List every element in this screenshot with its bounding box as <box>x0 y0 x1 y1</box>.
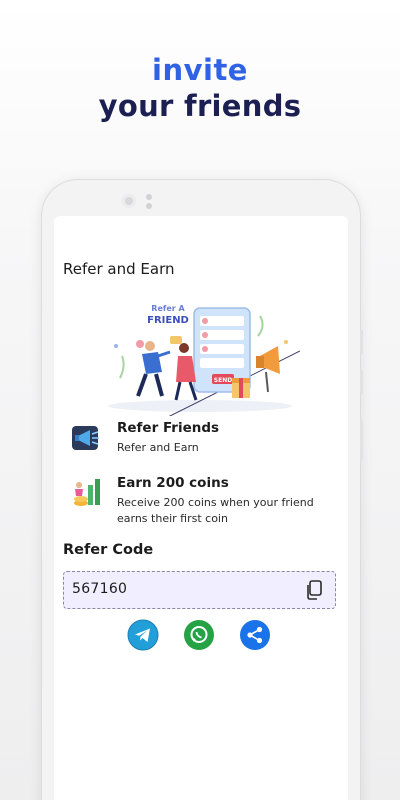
list-item: Refer Friends Refer and Earn <box>70 420 340 460</box>
item-description: Receive 200 coins when your friend earns… <box>117 496 314 525</box>
share-button[interactable] <box>239 619 271 651</box>
sensor-dot <box>146 194 152 200</box>
camera-icon <box>122 194 136 208</box>
sign-line-1: Refer A <box>151 304 185 313</box>
promo-line-2: your friends <box>98 89 302 123</box>
send-label: SEND <box>214 377 232 384</box>
whatsapp-icon <box>184 620 214 650</box>
share-icon <box>240 620 270 650</box>
telegram-icon <box>127 619 159 651</box>
sign-line-2: FRIEND <box>147 315 189 326</box>
sensor-dot <box>146 203 152 209</box>
page-title: Refer and Earn <box>63 260 175 278</box>
item-title: Refer Friends <box>117 420 220 436</box>
whatsapp-share-button[interactable] <box>183 619 215 651</box>
phone-side-button <box>360 330 363 354</box>
coins-growth-icon <box>74 479 100 506</box>
refer-code-value: 567160 <box>72 581 128 597</box>
copy-icon[interactable] <box>305 580 323 600</box>
megaphone-icon <box>72 426 99 450</box>
refer-code-field[interactable]: 567160 <box>63 571 336 609</box>
share-buttons <box>127 619 277 653</box>
phone-side-button <box>360 420 363 460</box>
telegram-share-button[interactable] <box>127 619 159 651</box>
item-title: Earn 200 coins <box>117 475 229 491</box>
list-item: Earn 200 coins Receive 200 coins when yo… <box>70 475 340 531</box>
app-screen: Refer and Earn SEND Refer A FRIEND Refer… <box>54 216 348 800</box>
phone-frame: Refer and Earn SEND Refer A FRIEND Refer… <box>42 180 363 800</box>
promo-line-1: invite <box>152 53 248 87</box>
refer-friend-illustration: SEND Refer A FRIEND <box>108 304 300 416</box>
item-description: Refer and Earn <box>117 441 199 454</box>
refer-code-label: Refer Code <box>63 542 154 558</box>
promo-header: invite your friends <box>0 52 400 124</box>
phone-side-button <box>360 370 363 394</box>
